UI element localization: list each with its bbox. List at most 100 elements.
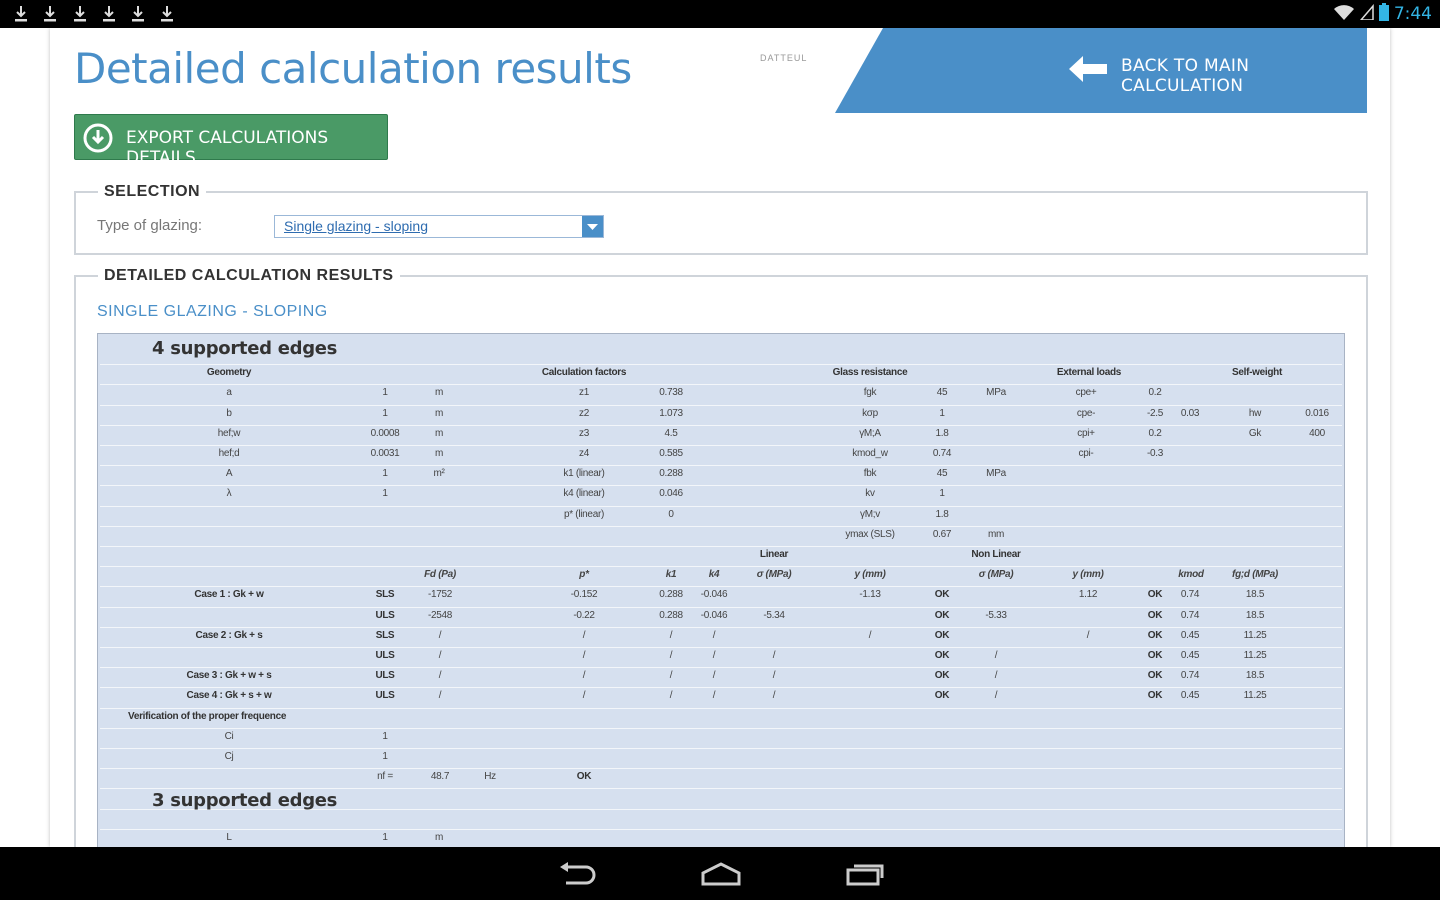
case-value: OK [934, 650, 950, 661]
factor-label: k1 (linear) [563, 468, 605, 480]
case-value: OK [1147, 589, 1163, 601]
back-to-main-calculation-button[interactable]: BACK TO MAIN CALCULATION [835, 28, 1367, 113]
case-value: OK [934, 589, 950, 601]
row-divider [100, 525, 1342, 527]
geometry-value: 1 [382, 831, 388, 843]
factor-value: 0 [668, 508, 674, 520]
case-value: 18.5 [1245, 670, 1265, 682]
geometry-value: 1 [382, 468, 388, 480]
factor-label: k4 (linear) [563, 488, 605, 500]
linear-header: Linear [759, 549, 789, 560]
row-divider [100, 667, 1342, 669]
case-value: 0.74 [1180, 609, 1200, 621]
column-header: fg;d (MPa) [1232, 569, 1278, 581]
factor-label: p* (linear) [563, 508, 605, 520]
case-value: OK [1147, 629, 1163, 641]
column-header: p* [579, 569, 589, 581]
glazing-type-select[interactable]: Single glazing - sloping [274, 215, 604, 238]
battery-icon [1378, 2, 1389, 26]
factor-label: z1 [579, 387, 589, 399]
case-value: / [582, 629, 586, 641]
group-header: Self-weight [1231, 367, 1283, 379]
load-label: cpi- [1078, 448, 1094, 459]
recent-apps-icon[interactable] [845, 861, 887, 892]
resistance-label: γM;v [860, 508, 880, 520]
case-value: / [669, 690, 673, 702]
export-calculations-button[interactable]: EXPORT CALCULATIONS DETAILS [74, 114, 388, 168]
geometry-unit: m [434, 407, 444, 419]
geometry-unit: m [434, 427, 444, 439]
load-label: cpe- [1076, 407, 1096, 419]
back-icon[interactable] [556, 861, 596, 892]
row-divider [100, 505, 1342, 507]
home-icon[interactable] [700, 861, 742, 892]
factor-value: 1.073 [659, 407, 683, 419]
chevron-down-icon[interactable] [582, 216, 603, 237]
row-divider [100, 768, 1342, 770]
case-value: / [1086, 629, 1090, 641]
column-header: y (mm) [854, 569, 886, 581]
selfweight-value: 400 [1309, 427, 1325, 439]
case-value: 0.74 [1180, 589, 1200, 601]
case-value: -0.22 [573, 609, 595, 621]
case-value: 11.25 [1243, 690, 1267, 702]
glazing-type-value: Single glazing - sloping [284, 218, 428, 234]
frequency-unit: Hz [484, 771, 496, 783]
resistance-value: 0.74 [932, 448, 952, 459]
case-value: 11.25 [1243, 650, 1267, 661]
case-value: / [582, 670, 586, 682]
back-arrow-icon [1067, 54, 1109, 89]
factor-label: z3 [579, 427, 589, 439]
case-value: 0.45 [1180, 629, 1200, 641]
geometry-value: 1 [382, 488, 388, 500]
case-value: / [712, 629, 716, 641]
row-divider [100, 727, 1342, 729]
geometry-unit: m [434, 831, 444, 843]
case-value: / [772, 670, 776, 682]
row-divider [100, 748, 1342, 749]
row-divider [100, 687, 1342, 689]
case-value: / [438, 650, 442, 661]
load-label: cpe+ [1075, 387, 1097, 399]
frequency-label: nf = [377, 771, 393, 783]
case-value: / [712, 670, 716, 682]
case-value: / [438, 690, 442, 702]
case-value: / [712, 650, 716, 661]
geometry-label: L [226, 831, 232, 843]
factor-label: z4 [579, 448, 589, 459]
geometry-value: 0.0008 [370, 427, 400, 439]
column-header: k1 [665, 569, 677, 581]
case-value: / [868, 629, 872, 641]
download-icon [73, 5, 87, 23]
case-value: 0.288 [659, 609, 683, 621]
row-divider [100, 647, 1342, 648]
case-value: / [669, 670, 673, 682]
case-value: / [582, 690, 586, 702]
selfweight-value: 0.016 [1305, 407, 1329, 419]
load-value: -2.5 [1146, 407, 1164, 419]
case-value: 0.74 [1180, 670, 1200, 682]
resistance-value: 1.8 [935, 427, 949, 439]
download-icon [14, 5, 28, 23]
download-icon [160, 5, 174, 23]
resistance-label: fgk [863, 387, 877, 399]
group-header: External loads [1056, 367, 1122, 379]
group-header: Glass resistance [832, 367, 908, 379]
section-title: 3 supported edges [152, 790, 338, 812]
case-name: Case 1 : Gk + w [194, 589, 264, 601]
resistance-value: 1 [939, 488, 945, 500]
column-header: σ (MPa) [978, 569, 1014, 581]
factor-value: 0.046 [659, 488, 683, 500]
load-value: 0.2 [1148, 427, 1162, 439]
case-value: OK [1147, 609, 1163, 621]
row-divider [100, 485, 1342, 487]
download-circle-icon [83, 123, 113, 158]
frequency-title: Verification of the proper frequence [128, 710, 287, 722]
resistance-value: 45 [936, 468, 948, 480]
selection-panel: SELECTION Type of glazing: Single glazin… [74, 183, 1368, 255]
load-value: 0.2 [1148, 387, 1162, 399]
frequency-label: Cj [224, 751, 234, 762]
case-value: OK [1147, 690, 1163, 702]
case-value: -0.046 [700, 609, 728, 621]
geometry-unit: m² [433, 468, 445, 480]
